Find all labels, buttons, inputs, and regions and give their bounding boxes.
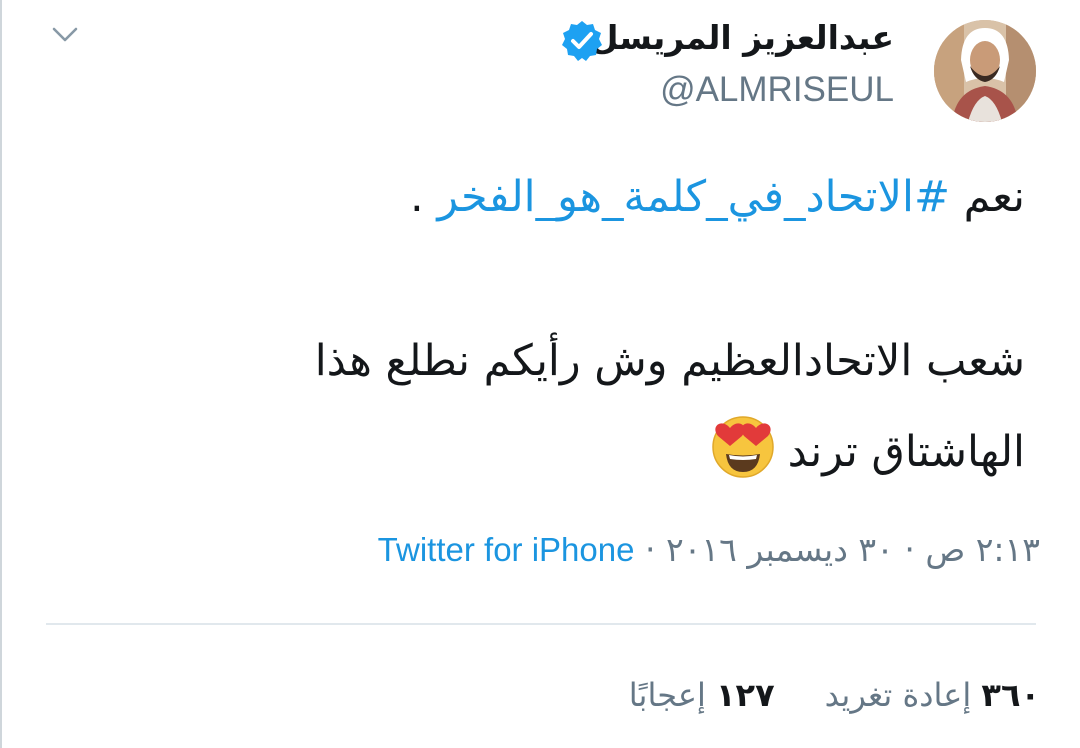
chevron-down-icon[interactable] xyxy=(50,22,80,46)
likes-label: إعجابًا xyxy=(628,676,706,714)
hashtag-link[interactable]: #الاتحاد_في_كلمة_هو_الفخر xyxy=(437,172,950,222)
likes-stat[interactable]: ١٢٧ إعجابًا xyxy=(629,676,775,714)
user-handle[interactable]: @ALMRISEUL xyxy=(660,70,894,110)
verified-badge-icon xyxy=(560,19,604,63)
tweet-text-prefix: نعم xyxy=(950,172,1025,222)
retweets-stat[interactable]: ٣٦٠ إعادة تغريد xyxy=(825,676,1040,714)
tweet-text-suffix: . xyxy=(409,172,438,222)
likes-count: ١٢٧ xyxy=(716,676,775,714)
tweet-text-line-2: شعب الاتحادالعظيم وش رأيكم نطلع هذا xyxy=(314,336,1025,386)
tweet-stats: ٣٦٠ إعادة تغريد ١٢٧ إعجابًا xyxy=(629,676,1040,714)
retweets-label: إعادة تغريد xyxy=(824,676,972,714)
tweet-timestamp[interactable]: ٢:١٣ ص · ٣٠ ديسمبر ٢٠١٦ xyxy=(666,530,1040,569)
tweet-source-link[interactable]: Twitter for iPhone xyxy=(378,531,635,568)
user-display-name[interactable]: عبدالعزيز المريسل xyxy=(590,18,894,57)
avatar[interactable] xyxy=(934,20,1036,122)
tweet-text-line-3: الهاشتاق ترند xyxy=(708,410,1025,480)
heart-eyes-emoji-icon xyxy=(708,410,778,480)
retweets-count: ٣٦٠ xyxy=(981,676,1040,714)
divider xyxy=(46,623,1036,625)
window-edge xyxy=(0,0,2,748)
tweet-text-line-3-text: الهاشتاق ترند xyxy=(787,427,1025,477)
tweet-meta: ٢:١٣ ص · ٣٠ ديسمبر ٢٠١٦ · Twitter for iP… xyxy=(378,530,1040,569)
tweet-text-line-1: نعم #الاتحاد_في_كلمة_هو_الفخر . xyxy=(410,172,1025,222)
meta-separator: · xyxy=(634,530,666,569)
